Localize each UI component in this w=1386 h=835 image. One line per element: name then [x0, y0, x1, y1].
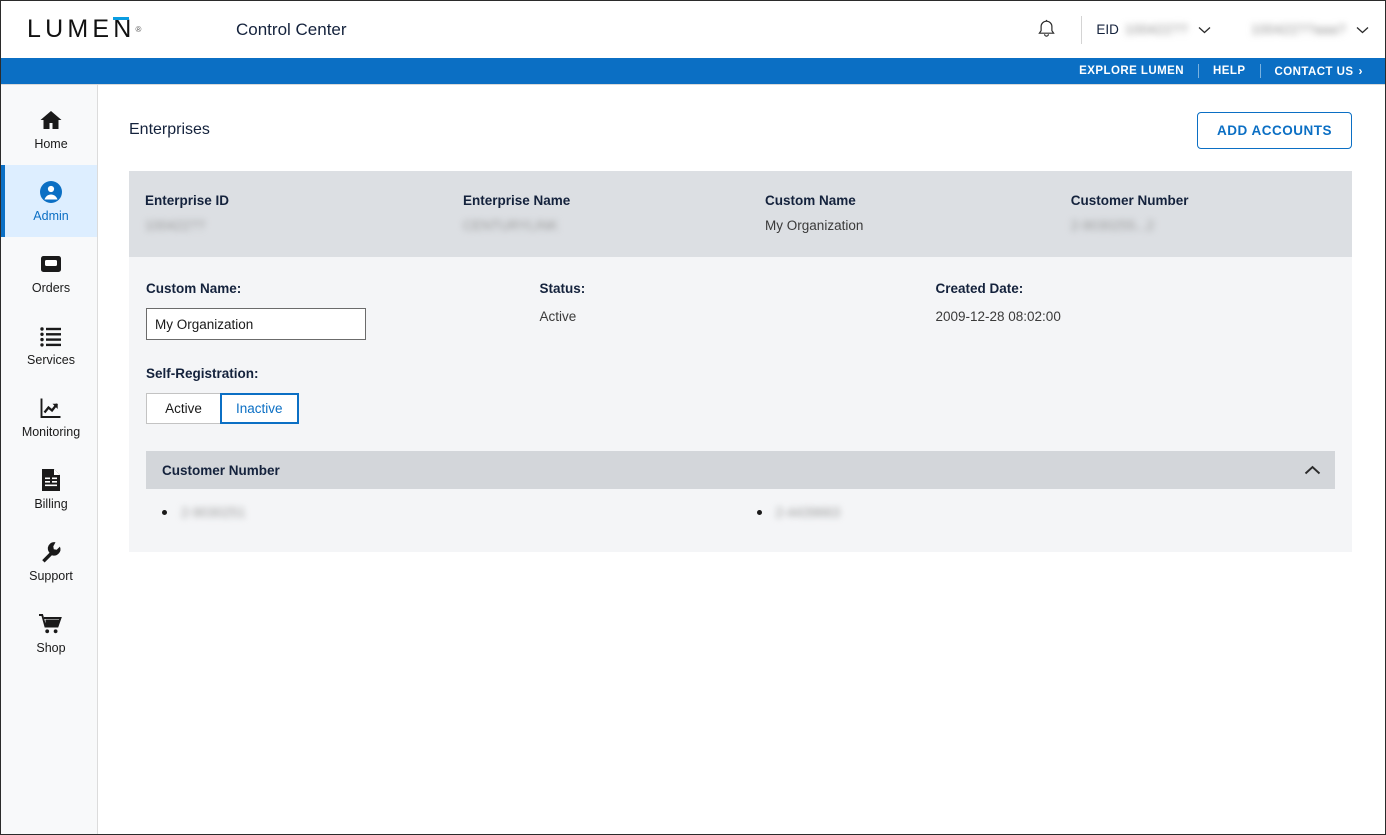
self-registration-toggle-group: Active Inactive	[146, 393, 299, 424]
summary-col-customer-number: Customer Number 2-9030255...2	[1055, 193, 1352, 233]
contact-us-label: CONTACT US	[1274, 66, 1354, 78]
sidebar-label-shop: Shop	[36, 641, 66, 656]
list-item: 2-4439663	[756, 505, 1336, 520]
chevron-right-icon: ›	[1358, 64, 1363, 78]
chevron-down-icon	[1356, 26, 1369, 33]
sidebar-item-home[interactable]: Home	[1, 93, 97, 165]
sidebar-item-admin[interactable]: Admin	[1, 165, 97, 237]
lumen-logo-text: LUMEN	[27, 15, 136, 43]
accordion-column: 2-9030251	[146, 505, 741, 520]
sidebar-nav: Home Admin Orders Services Monitoring Bi…	[1, 85, 98, 834]
top-header: LUMEN ® Control Center EID 100422?? 1004…	[1, 1, 1385, 58]
customer-number-accordion: Customer Number 2-9030251 2-4439663	[146, 451, 1335, 528]
utility-nav-bar: EXPLORE LUMEN HELP CONTACT US ›	[1, 58, 1385, 84]
header-right-controls: EID 100422?? 100422??aaa?	[1029, 1, 1369, 58]
header-divider	[1081, 15, 1083, 44]
page-header: Enterprises ADD ACCOUNTS	[129, 111, 1352, 149]
field-created-date: Created Date: 2009-12-28 08:02:00	[935, 281, 1335, 340]
summary-label-customer-number: Customer Number	[1070, 193, 1189, 208]
sidebar-item-support[interactable]: Support	[1, 525, 97, 597]
main-content: Enterprises ADD ACCOUNTS Enterprise ID 1…	[98, 85, 1385, 834]
list-icon	[39, 323, 63, 349]
bullet-icon	[756, 510, 762, 515]
accordion-column: 2-4439663	[741, 505, 1336, 520]
summary-label-enterprise-id: Enterprise ID	[145, 193, 230, 208]
label-custom-name: Custom Name:	[146, 281, 242, 296]
self-registration-active-button[interactable]: Active	[146, 393, 221, 424]
enterprise-summary-header: Enterprise ID 100422?? Enterprise Name C…	[129, 171, 1352, 257]
enterprise-detail-body: Custom Name: Status: Active Created Date…	[129, 257, 1352, 552]
label-status: Status:	[539, 281, 586, 296]
eid-label: EID	[1096, 22, 1119, 37]
created-date-value: 2009-12-28 08:02:00	[935, 309, 1061, 324]
contact-us-link[interactable]: CONTACT US ›	[1275, 64, 1363, 78]
summary-col-enterprise-id: Enterprise ID 100422??	[129, 193, 447, 233]
eid-value: 100422??	[1124, 22, 1189, 37]
help-link[interactable]: HELP	[1213, 65, 1245, 77]
chevron-down-icon	[1198, 26, 1211, 33]
utility-separator	[1259, 64, 1261, 78]
sidebar-label-admin: Admin	[33, 209, 69, 224]
utility-separator	[1198, 64, 1200, 78]
sidebar-item-monitoring[interactable]: Monitoring	[1, 381, 97, 453]
field-self-registration: Self-Registration: Active Inactive	[146, 366, 1335, 424]
summary-value-enterprise-name: CENTURYLINK	[462, 218, 558, 233]
page-app-title: Control Center	[236, 19, 347, 39]
sidebar-item-billing[interactable]: Billing	[1, 453, 97, 525]
cart-icon	[38, 611, 64, 637]
sidebar-label-home: Home	[34, 137, 68, 152]
account-selector[interactable]: 100422??aaa?	[1251, 1, 1369, 58]
wrench-icon	[39, 539, 63, 565]
home-icon	[39, 107, 63, 133]
chevron-up-icon	[1304, 465, 1321, 474]
detail-form-row: Custom Name: Status: Active Created Date…	[146, 281, 1335, 340]
sidebar-item-services[interactable]: Services	[1, 309, 97, 381]
sidebar-label-support: Support	[29, 569, 73, 584]
field-custom-name: Custom Name:	[146, 281, 540, 340]
field-status: Status: Active	[540, 281, 936, 340]
add-accounts-button[interactable]: ADD ACCOUNTS	[1197, 111, 1352, 149]
sidebar-label-billing: Billing	[34, 497, 68, 512]
notification-bell-button[interactable]	[1029, 13, 1063, 47]
accordion-title: Customer Number	[162, 462, 280, 478]
page-title: Enterprises	[129, 121, 210, 138]
list-item: 2-9030251	[162, 505, 741, 520]
sidebar-label-monitoring: Monitoring	[21, 425, 81, 440]
label-created-date: Created Date:	[935, 281, 1024, 296]
bullet-icon	[162, 510, 167, 515]
explore-lumen-link[interactable]: EXPLORE LUMEN	[1079, 65, 1184, 77]
summary-col-enterprise-name: Enterprise Name CENTURYLINK	[447, 193, 749, 233]
body-container: Home Admin Orders Services Monitoring Bi…	[1, 84, 1385, 834]
customer-number-value: 2-4439663	[775, 505, 841, 520]
sidebar-label-orders: Orders	[31, 281, 71, 296]
accordion-body: 2-9030251 2-4439663	[146, 489, 1335, 528]
summary-label-enterprise-name: Enterprise Name	[462, 193, 571, 208]
eid-selector[interactable]: EID 100422??	[1096, 1, 1211, 58]
customer-number-value: 2-9030251	[181, 505, 246, 520]
application-window: LUMEN ® Control Center EID 100422?? 1004…	[0, 0, 1386, 835]
enterprise-card: Enterprise ID 100422?? Enterprise Name C…	[129, 171, 1352, 552]
sidebar-item-shop[interactable]: Shop	[1, 597, 97, 669]
status-value: Active	[539, 309, 577, 324]
lumen-logo[interactable]: LUMEN ®	[27, 13, 165, 47]
sidebar-label-services: Services	[27, 353, 75, 368]
label-self-registration: Self-Registration:	[146, 366, 259, 381]
notification-bell-icon	[1038, 19, 1055, 37]
sidebar-item-orders[interactable]: Orders	[1, 237, 97, 309]
summary-value-custom-name: My Organization	[765, 218, 864, 233]
summary-value-customer-number: 2-9030255...2	[1070, 218, 1155, 233]
account-value: 100422??aaa?	[1251, 22, 1346, 37]
self-registration-inactive-button[interactable]: Inactive	[220, 393, 299, 424]
inbox-tray-icon	[39, 251, 63, 277]
lumen-logo-accent-bar	[113, 16, 129, 20]
accordion-header-customer-number[interactable]: Customer Number	[146, 451, 1335, 489]
summary-label-custom-name: Custom Name	[765, 193, 856, 208]
summary-col-custom-name: Custom Name My Organization	[749, 193, 1055, 233]
custom-name-input[interactable]	[146, 308, 366, 340]
registered-mark: ®	[135, 25, 142, 34]
summary-value-enterprise-id: 100422??	[145, 218, 206, 233]
chart-line-icon	[39, 395, 63, 421]
invoice-icon	[40, 467, 62, 493]
user-circle-icon	[39, 179, 63, 205]
